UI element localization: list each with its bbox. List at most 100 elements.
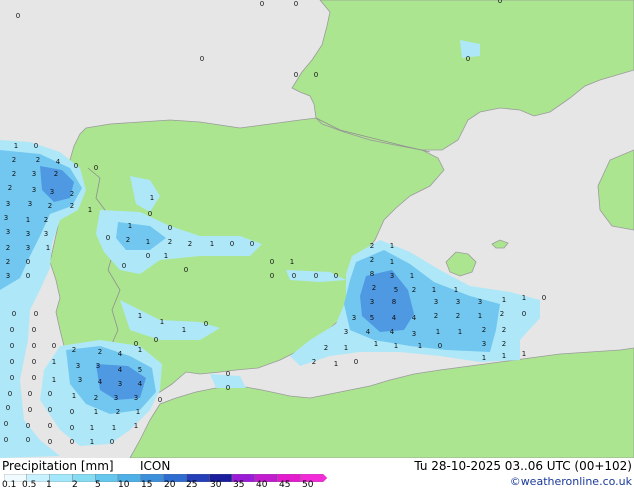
map-value-label: 3	[28, 200, 32, 208]
map-value-label: 1	[90, 438, 94, 446]
map-value-label: 1	[432, 286, 436, 294]
map-value-label: 4	[118, 350, 123, 358]
map-value-label: 1	[94, 408, 98, 416]
map-value-label: 0	[10, 358, 14, 366]
map-value-label: 0	[148, 210, 152, 218]
map-value-label: 1	[502, 296, 506, 304]
valid-time: Tu 28-10-2025 03..06 UTC (00+102)	[414, 459, 632, 473]
map-value-label: 3	[390, 272, 394, 280]
map-value-label: 2	[126, 236, 130, 244]
map-value-label: 1	[390, 258, 394, 266]
map-value-label: 1	[128, 222, 132, 230]
colorbar-tick-label: 40	[256, 480, 268, 490]
map-value-label: 0	[28, 406, 32, 414]
map-value-label: 3	[412, 330, 416, 338]
map-value-label: 3	[76, 362, 80, 370]
map-value-label: 0	[134, 340, 138, 348]
map-value-label: 0	[28, 390, 32, 398]
map-value-label: 2	[72, 346, 76, 354]
map-value-label: 0	[4, 420, 8, 428]
map-value-label: 1	[88, 206, 92, 214]
map-value-label: 3	[456, 298, 460, 306]
map-value-label: 3	[26, 230, 30, 238]
map-value-label: 0	[26, 422, 30, 430]
precipitation-map: 0000000010224002322332332213120212210033…	[0, 0, 634, 459]
map-value-label: 2	[168, 238, 172, 246]
map-value-label: 1	[454, 286, 458, 294]
map-value-label: 0	[270, 272, 274, 280]
map-value-label: 1	[134, 422, 138, 430]
map-value-label: 2	[500, 310, 504, 318]
map-value-label: 2	[324, 344, 328, 352]
map-value-label: 0	[354, 358, 358, 366]
colorbar-tick-label: 5	[95, 480, 101, 490]
map-value-label: 5	[394, 286, 398, 294]
map-value-label: 2	[36, 156, 40, 164]
map-value-label: 0	[94, 164, 98, 172]
map-value-label: 2	[6, 244, 10, 252]
colorbar-segment	[49, 474, 73, 482]
colorbar-tick-label: 45	[279, 480, 291, 490]
map-value-label: 0	[498, 0, 502, 5]
map-value-label: 3	[482, 340, 486, 348]
map-value-label: 0	[74, 162, 78, 170]
map-value-label: 2	[116, 408, 120, 416]
map-value-label: 8	[370, 270, 374, 278]
map-value-label: 3	[96, 362, 100, 370]
map-value-label: 1	[138, 312, 142, 320]
map-value-label: 2	[412, 286, 416, 294]
map-value-label: 0	[32, 326, 36, 334]
map-value-label: 5	[138, 366, 142, 374]
map-value-label: 1	[394, 342, 398, 350]
map-value-label: 0	[16, 12, 20, 20]
map-value-label: 0	[32, 374, 36, 382]
map-value-label: 3	[478, 298, 482, 306]
map-value-label: 2	[94, 394, 98, 402]
map-value-label: 3	[50, 188, 54, 196]
map-value-label: 3	[352, 314, 356, 322]
map-value-label: 1	[46, 244, 50, 252]
map-value-label: 0	[294, 0, 298, 8]
map-value-label: 1	[90, 424, 94, 432]
map-value-label: 0	[32, 358, 36, 366]
map-value-label: 2	[48, 202, 52, 210]
map-value-label: 3	[118, 380, 122, 388]
map-value-label: 2	[456, 312, 460, 320]
credit-link[interactable]: ©weatheronline.co.uk	[510, 475, 632, 488]
map-value-label: 2	[482, 326, 486, 334]
colorbar-tick-label: 2	[72, 480, 78, 490]
map-value-label: 2	[70, 202, 74, 210]
map-value-label: 4	[390, 328, 395, 336]
map-value-label: 1	[210, 240, 214, 248]
colorbar-tick-label: 30	[210, 480, 222, 490]
map-value-label: 1	[478, 312, 482, 320]
map-value-label: 2	[502, 326, 506, 334]
map-value-label: 1	[136, 408, 140, 416]
map-value-label: 0	[466, 55, 470, 63]
map-value-label: 3	[134, 394, 138, 402]
map-value-label: 0	[106, 234, 110, 242]
map-value-label: 2	[12, 170, 16, 178]
map-value-label: 3	[344, 328, 348, 336]
map-value-label: 0	[8, 390, 12, 398]
colorbar-tick-label: 35	[233, 480, 245, 490]
map-value-label: 0	[168, 224, 172, 232]
map-value-label: 3	[6, 200, 10, 208]
map-value-label: 1	[146, 238, 150, 246]
map-value-label: 0	[34, 142, 38, 150]
map-value-label: 0	[12, 310, 16, 318]
map-value-label: 3	[114, 394, 118, 402]
map-value-label: 0	[70, 408, 74, 416]
map-value-label: 0	[522, 310, 526, 318]
map-value-label: 0	[10, 342, 14, 350]
map-value-label: 0	[154, 336, 158, 344]
map-value-label: 4	[366, 328, 371, 336]
map-value-label: 0	[26, 272, 30, 280]
map-value-label: 1	[150, 194, 154, 202]
map-value-label: 1	[418, 342, 422, 350]
colorbar-arrow	[323, 474, 328, 482]
map-value-label: 0	[34, 310, 38, 318]
map-value-label: 0	[48, 390, 52, 398]
map-value-label: 2	[312, 358, 316, 366]
map-value-label: 1	[138, 346, 142, 354]
